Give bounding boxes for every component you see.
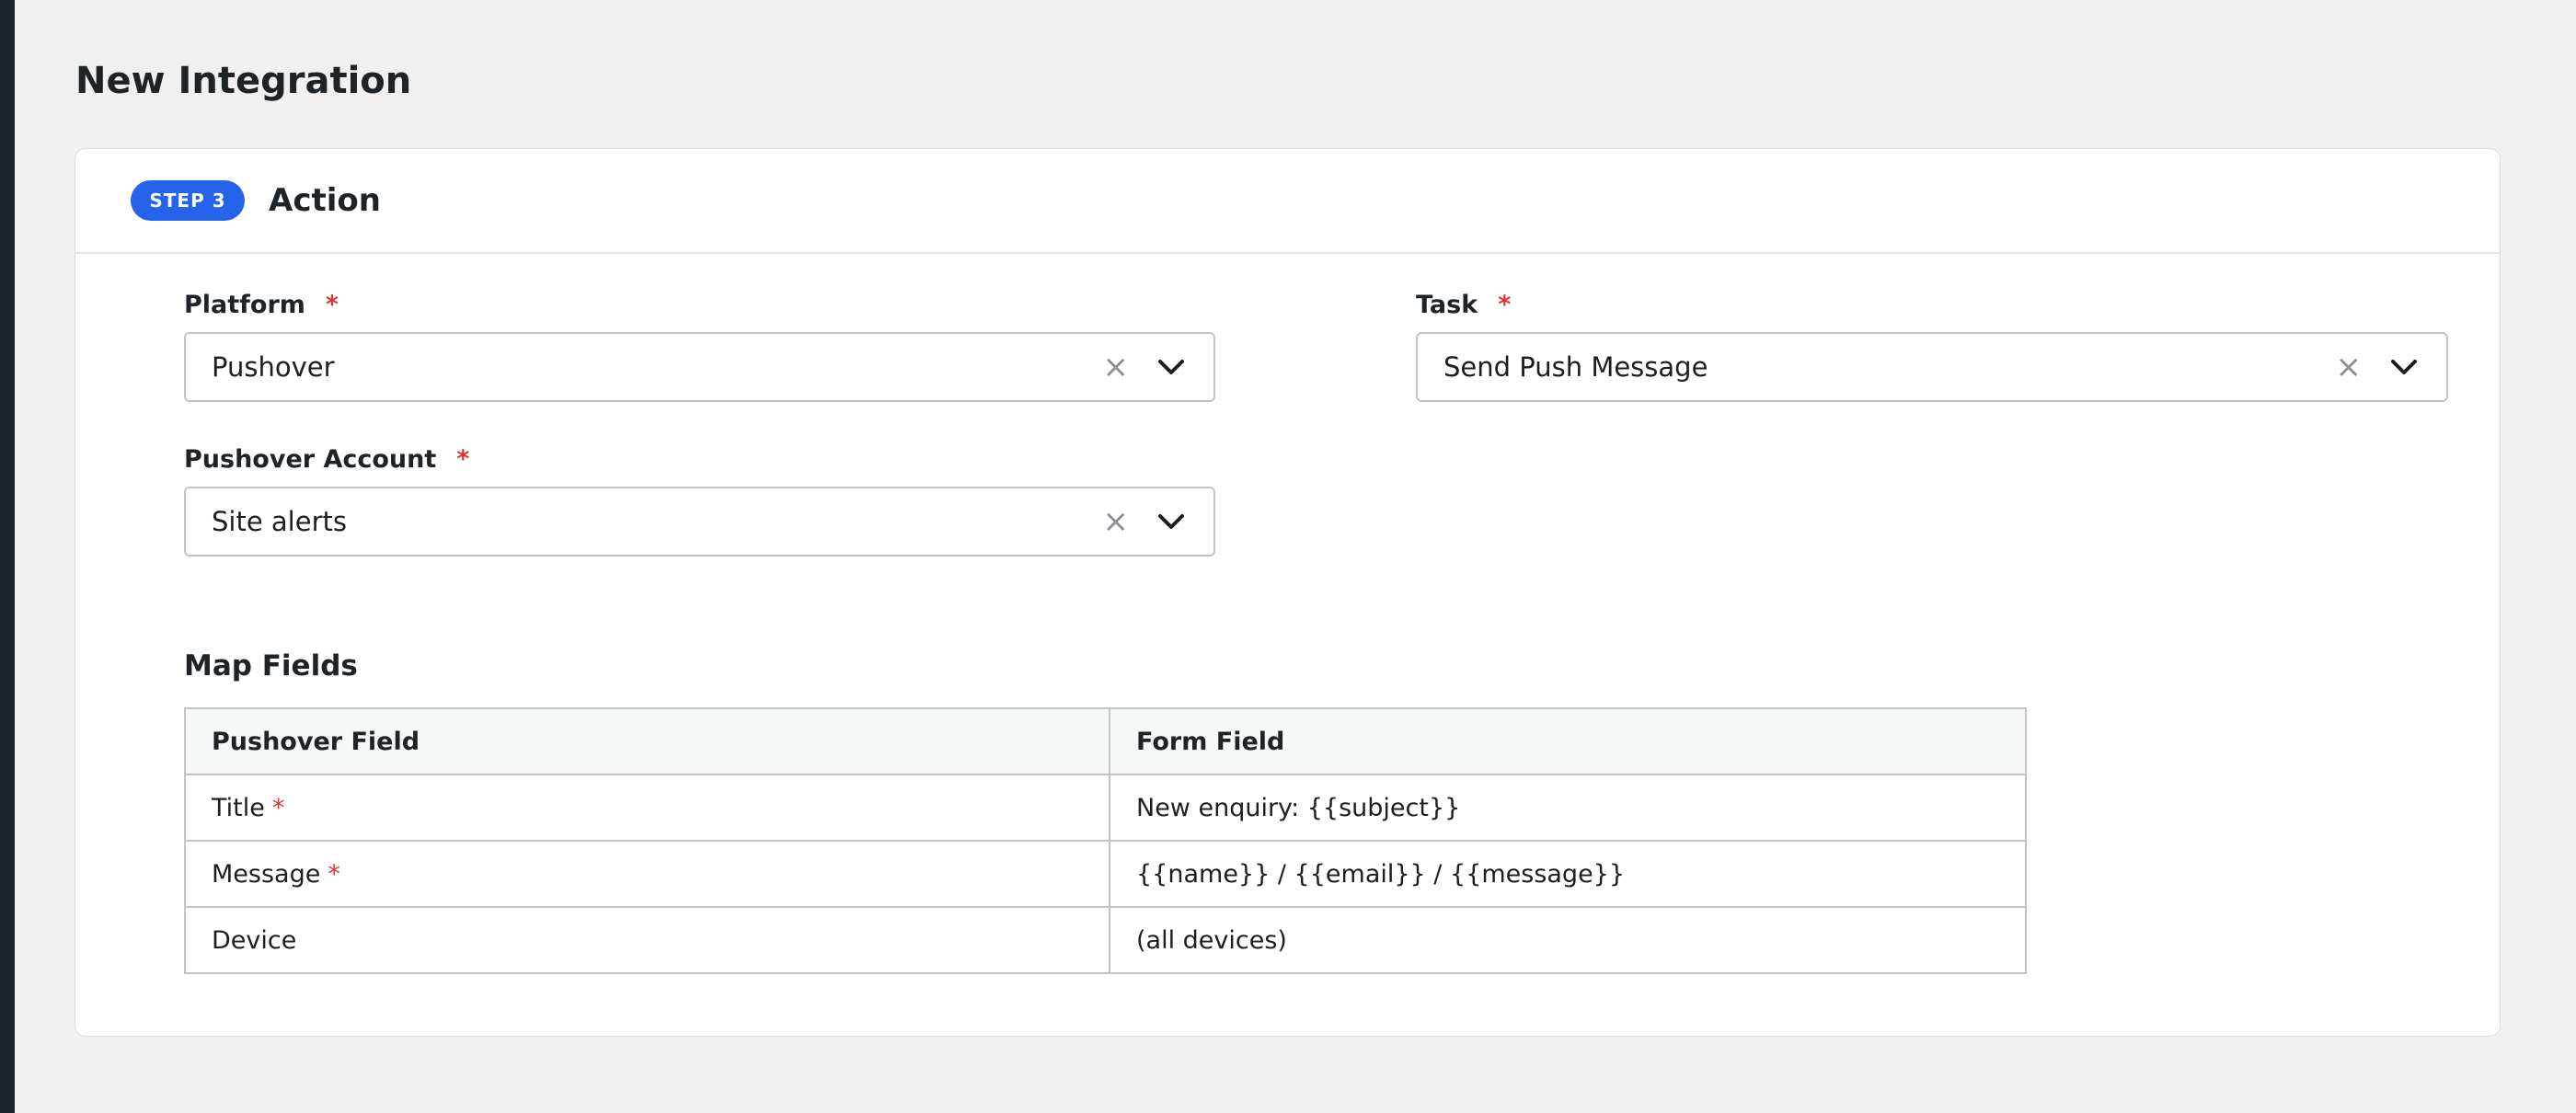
platform-select-value: Pushover [212, 351, 335, 383]
platform-label-text: Platform [184, 291, 305, 319]
step-title: Action [269, 182, 381, 219]
account-select-value: Site alerts [212, 506, 347, 537]
required-marker: * [1498, 291, 1512, 319]
column-header: Pushover Field [184, 707, 1110, 775]
account-select[interactable]: Site alerts × [184, 487, 1215, 556]
task-select-value: Send Push Message [1443, 351, 1708, 383]
task-label-text: Task [1416, 291, 1478, 319]
step-card: STEP 3 Action Platform * Pushover × Task *… [75, 148, 2501, 1037]
page-title: New Integration [75, 60, 412, 102]
form-field-cell[interactable]: New enquiry: {{subject}} [1109, 774, 2027, 842]
chevron-down-icon[interactable] [1153, 349, 1190, 385]
table-row: Title * New enquiry: {{subject}} [184, 774, 2027, 842]
card-header: STEP 3 Action [75, 149, 2500, 254]
map-fields-table: Pushover Field Form Field Title * New enq… [184, 707, 2027, 974]
pushover-field-cell: Title * [184, 774, 1110, 842]
account-label: Pushover Account * [184, 443, 469, 476]
admin-sidebar-edge [0, 0, 15, 1113]
task-select[interactable]: Send Push Message × [1416, 332, 2448, 402]
form-field-cell[interactable]: {{name}} / {{email}} / {{message}} [1109, 840, 2027, 908]
column-header: Form Field [1109, 707, 2027, 775]
pushover-field-cell: Message * [184, 840, 1110, 908]
required-marker: * [456, 445, 470, 474]
pushover-field-name: Title [212, 793, 265, 822]
map-fields-title: Map Fields [184, 649, 358, 683]
pushover-field-cell: Device [184, 906, 1110, 974]
pushover-field-name: Message [212, 859, 321, 889]
required-marker: * [271, 793, 285, 822]
account-label-text: Pushover Account [184, 445, 437, 474]
chevron-down-icon[interactable] [1153, 503, 1190, 540]
required-marker: * [325, 291, 339, 319]
step-badge: STEP 3 [131, 180, 245, 221]
table-row: Device (all devices) [184, 906, 2027, 974]
platform-select[interactable]: Pushover × [184, 332, 1215, 402]
close-icon[interactable]: × [1103, 351, 1130, 383]
platform-label: Platform * [184, 289, 339, 322]
close-icon[interactable]: × [2336, 351, 2363, 383]
table-row: Message * {{name}} / {{email}} / {{messag… [184, 840, 2027, 908]
required-marker: * [328, 859, 340, 889]
chevron-down-icon[interactable] [2386, 349, 2422, 385]
form-field-cell[interactable]: (all devices) [1109, 906, 2027, 974]
task-label: Task * [1416, 289, 1511, 322]
table-header-row: Pushover Field Form Field [184, 707, 2027, 775]
pushover-field-name: Device [212, 925, 297, 955]
close-icon[interactable]: × [1103, 506, 1130, 537]
